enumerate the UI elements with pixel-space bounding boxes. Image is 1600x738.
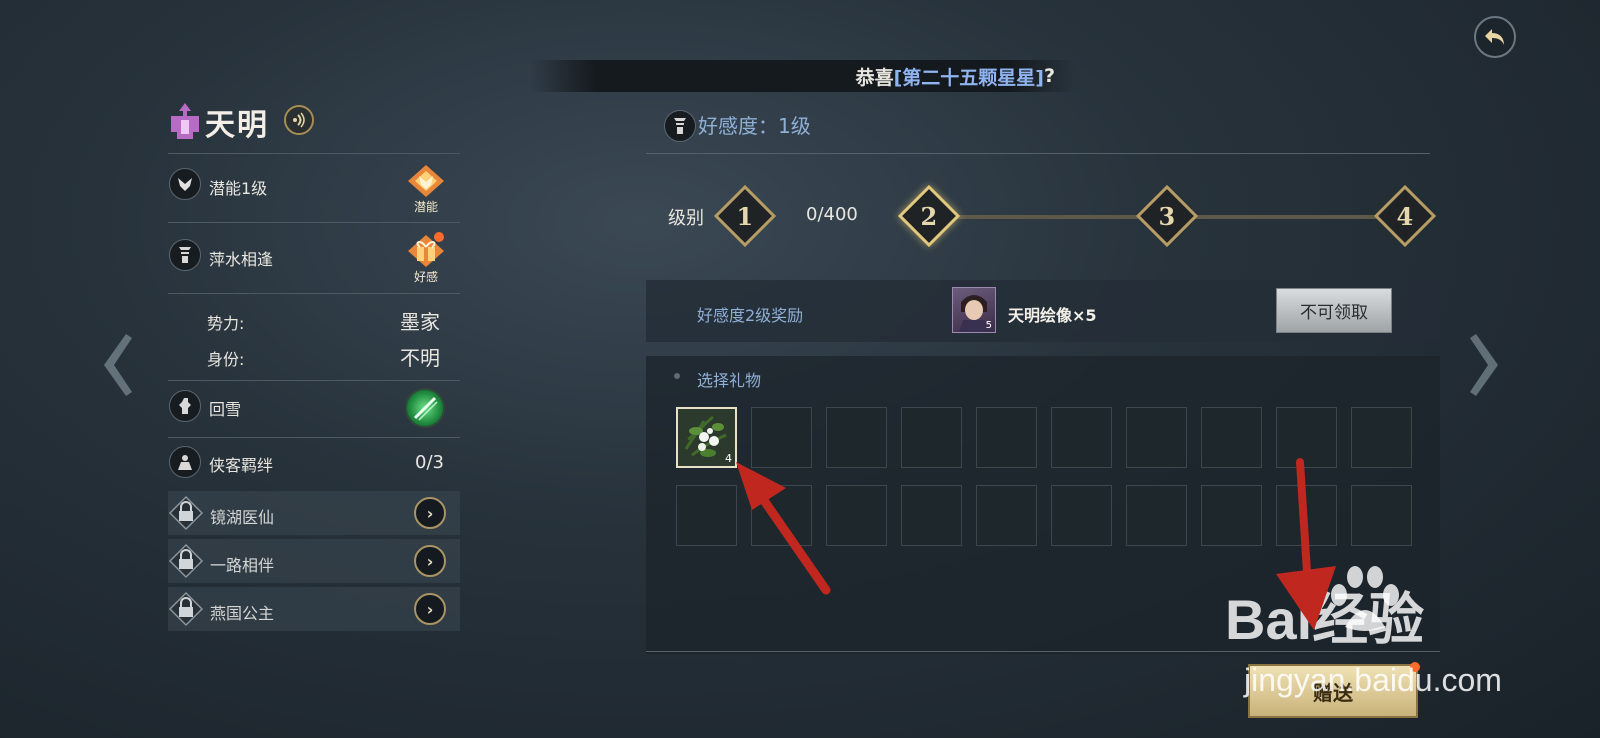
affinity-label: 萍水相逢 (209, 250, 274, 269)
next-character-arrow-icon[interactable] (1466, 330, 1506, 400)
chevron-right-icon: › (426, 503, 434, 523)
annotation-arrow-icon (736, 462, 831, 595)
back-arrow-icon (1485, 29, 1504, 45)
lock-icon (168, 543, 204, 579)
affinity-badge-label: 好感 (413, 270, 438, 284)
gift-slot-selected[interactable]: 4 (676, 407, 737, 468)
bond-icon (169, 446, 201, 478)
gift-slot-empty[interactable] (1126, 485, 1187, 546)
potential-badge[interactable]: 潜能 (404, 164, 448, 214)
gift-slot-empty[interactable] (901, 485, 962, 546)
claim-button-disabled[interactable]: 不可领取 (1276, 288, 1392, 333)
gift-slot-empty[interactable] (676, 485, 737, 546)
gift-slot-empty[interactable] (901, 407, 962, 468)
level-node-2: 2 (897, 184, 961, 248)
potential-icon (169, 168, 201, 200)
voice-icon (293, 112, 305, 128)
skill-category-icon (169, 390, 201, 422)
chevron-right-button[interactable]: › (414, 545, 446, 577)
chevron-right-icon: › (426, 551, 434, 571)
prev-character-arrow-icon[interactable] (96, 330, 136, 400)
divider (168, 380, 460, 381)
gift-slot-empty[interactable] (976, 485, 1037, 546)
chevron-right-button[interactable]: › (414, 497, 446, 529)
lock-icon (168, 495, 204, 531)
congrats-banner: 恭喜 [第二十五颗星星]? (530, 60, 1075, 92)
divider (168, 153, 460, 154)
notification-dot (434, 232, 444, 242)
bullet-icon (674, 373, 680, 379)
character-name: 天明 (205, 108, 269, 143)
faction-value: 墨家 (400, 310, 440, 334)
bond-item-label: 一路相伴 (210, 556, 275, 575)
identity-value: 不明 (400, 346, 440, 370)
skill-label: 回雪 (209, 400, 242, 419)
divider (168, 437, 460, 438)
level-label: 级别 (668, 208, 704, 229)
bond-item-label: 燕国公主 (210, 604, 275, 623)
banner-suffix: ? (1043, 65, 1055, 87)
chevron-right-button[interactable]: › (414, 593, 446, 625)
chevron-right-icon: › (426, 599, 434, 619)
lock-icon (168, 591, 204, 627)
level-node-3: 3 (1135, 184, 1199, 248)
affinity-level-icon (664, 110, 696, 142)
identity-label: 身份: (207, 350, 245, 369)
gift-slot-empty[interactable] (1351, 485, 1412, 546)
slash-skill-icon (413, 396, 438, 421)
bond-item-label: 镜湖医仙 (210, 508, 275, 527)
gift-section-title: 选择礼物 (697, 371, 762, 390)
reward-level-label: 好感度2级奖励 (697, 306, 804, 325)
voice-button[interactable] (284, 105, 314, 135)
bond-count: 0/3 (415, 452, 444, 473)
reward-item-name: 天明绘像×5 (1008, 306, 1097, 325)
gift-slot-empty[interactable] (1201, 407, 1262, 468)
potential-label: 潜能1级 (209, 179, 268, 198)
faction-label: 势力: (207, 314, 245, 333)
gift-slot-empty[interactable] (1051, 407, 1112, 468)
divider (168, 293, 460, 294)
bond-label: 侠客羁绊 (209, 456, 274, 475)
affinity-level-title: 好感度：1级 (698, 114, 811, 138)
level-node-4: 4 (1373, 184, 1437, 248)
level-node-1: 1 (713, 184, 777, 248)
divider (646, 153, 1430, 154)
banner-highlight: [第二十五颗星星] (893, 66, 1044, 89)
potential-badge-label: 潜能 (413, 200, 438, 214)
gift-slot-empty[interactable] (976, 407, 1037, 468)
back-button[interactable] (1474, 16, 1516, 58)
bond-item-locked[interactable]: 燕国公主 › (168, 587, 460, 631)
bond-item-locked[interactable]: 一路相伴 › (168, 539, 460, 583)
gift-slot-empty[interactable] (1351, 407, 1412, 468)
reward-item-portrait[interactable]: 5 (952, 287, 996, 333)
gift-slot-empty[interactable] (1051, 485, 1112, 546)
gift-slot-empty[interactable] (1126, 407, 1187, 468)
divider (168, 222, 460, 223)
affinity-progress: 0/400 (806, 204, 858, 225)
bond-item-locked[interactable]: 镜湖医仙 › (168, 491, 460, 535)
affinity-rank-icon (169, 239, 201, 271)
watermark-url: jingyan.baidu.com (1244, 662, 1502, 698)
potential-badge-icon (408, 165, 444, 197)
skill-button[interactable] (405, 388, 445, 428)
annotation-arrow-icon (1276, 458, 1336, 630)
affinity-badge[interactable]: 好感 (404, 234, 448, 284)
gift-slot-empty[interactable] (1201, 485, 1262, 546)
banner-prefix: 恭喜 (855, 66, 894, 89)
faction-emblem-icon (171, 103, 199, 139)
reward-item-count: 5 (985, 320, 992, 331)
